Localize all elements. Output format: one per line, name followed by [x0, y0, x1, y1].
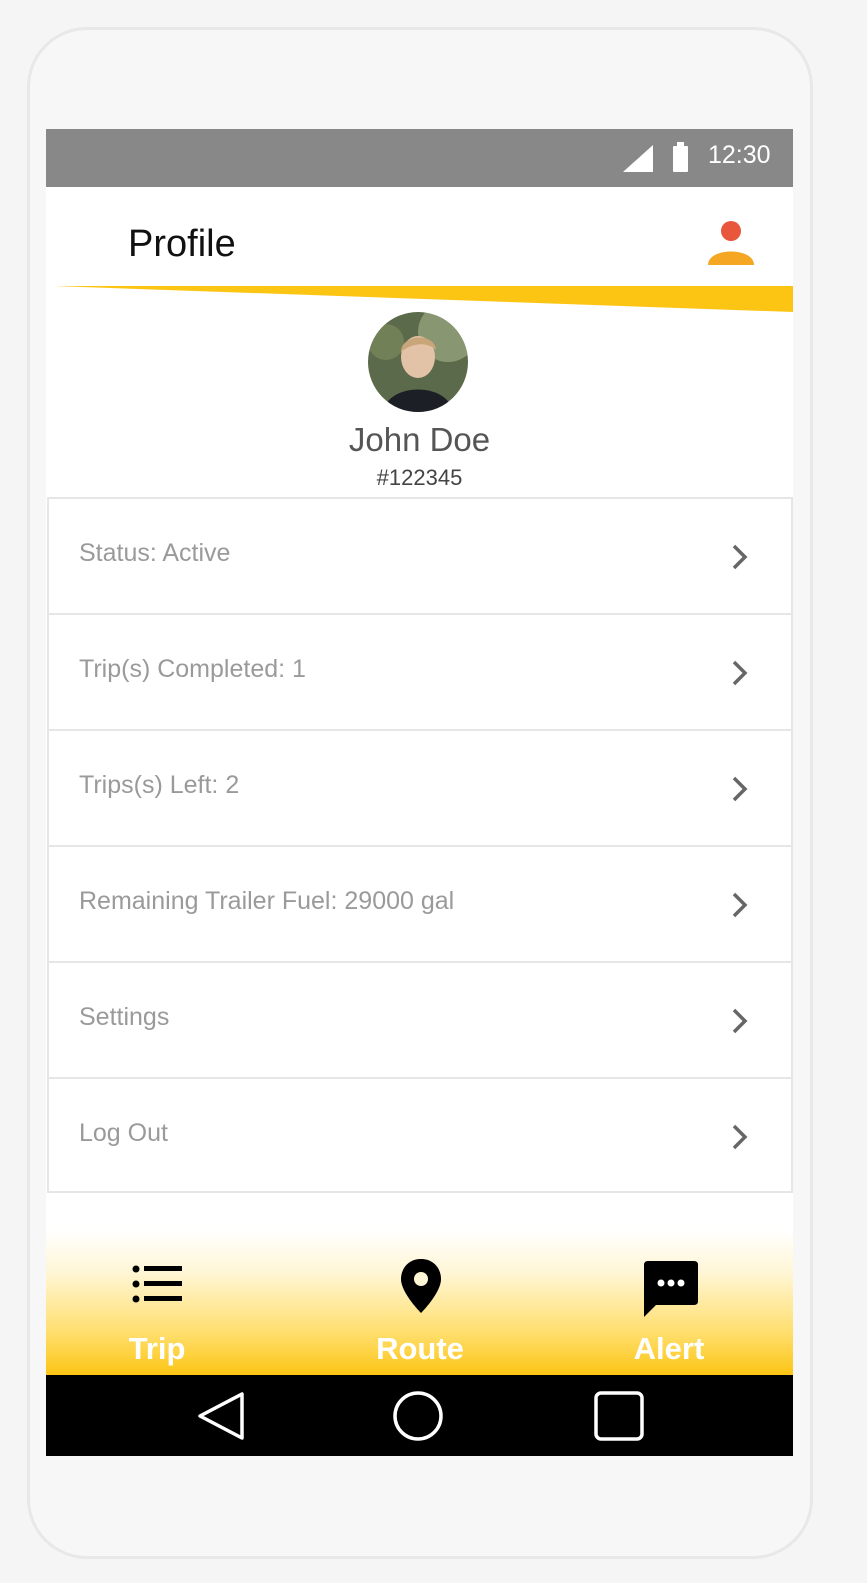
chevron-right-icon — [732, 1008, 748, 1034]
menu-item-trailer-fuel[interactable]: Remaining Trailer Fuel: 29000 gal — [47, 845, 793, 961]
page-title: Profile — [128, 223, 236, 265]
menu-item-trips-completed[interactable]: Trip(s) Completed: 1 — [47, 613, 793, 729]
person-icon[interactable] — [706, 217, 756, 267]
system-nav-bar — [46, 1375, 793, 1456]
back-triangle-icon[interactable] — [194, 1389, 248, 1443]
home-circle-icon[interactable] — [391, 1389, 445, 1443]
chevron-right-icon — [732, 892, 748, 918]
header-swoosh — [54, 286, 793, 312]
menu-item-label: Settings — [79, 1003, 170, 1031]
app-bar: Profile — [46, 187, 793, 287]
menu-item-status[interactable]: Status: Active — [47, 497, 793, 613]
profile-menu: Status: Active Trip(s) Completed: 1 Trip… — [47, 497, 793, 1193]
user-name: John Doe — [348, 421, 491, 458]
menu-item-label: Status: Active — [79, 539, 231, 567]
status-time: 12:30 — [708, 141, 771, 169]
battery-icon — [673, 142, 688, 172]
chevron-right-icon — [732, 776, 748, 802]
chat-bubble-icon — [644, 1261, 698, 1317]
nav-tab-alert[interactable]: Alert — [569, 1229, 769, 1375]
nav-tab-label: Trip — [128, 1331, 186, 1366]
menu-item-label: Log Out — [79, 1119, 168, 1147]
menu-item-label: Trip(s) Completed: 1 — [79, 655, 306, 683]
app-screen: 12:30 Profile John Doe #122345 Status: A… — [46, 129, 793, 1456]
list-icon — [132, 1265, 182, 1303]
chevron-right-icon — [732, 1124, 748, 1150]
menu-item-label: Remaining Trailer Fuel: 29000 gal — [79, 887, 455, 915]
location-pin-icon — [401, 1259, 441, 1313]
signal-icon — [623, 145, 653, 172]
menu-item-label: Trips(s) Left: 2 — [79, 771, 240, 799]
status-bar: 12:30 — [46, 129, 793, 187]
menu-item-settings[interactable]: Settings — [47, 961, 793, 1077]
recents-square-icon[interactable] — [592, 1389, 646, 1443]
avatar — [368, 312, 468, 412]
nav-tab-label: Alert — [633, 1331, 705, 1366]
nav-tab-trip[interactable]: Trip — [57, 1229, 257, 1375]
chevron-right-icon — [732, 544, 748, 570]
nav-tab-route[interactable]: Route — [320, 1229, 520, 1375]
avatar-photo — [368, 312, 468, 412]
user-id: #122345 — [376, 465, 463, 490]
nav-tab-label: Route — [376, 1331, 464, 1366]
menu-item-trips-left[interactable]: Trips(s) Left: 2 — [47, 729, 793, 845]
bottom-nav: Trip Route Alert — [46, 1229, 793, 1375]
menu-item-log-out[interactable]: Log Out — [47, 1077, 793, 1193]
chevron-right-icon — [732, 660, 748, 686]
